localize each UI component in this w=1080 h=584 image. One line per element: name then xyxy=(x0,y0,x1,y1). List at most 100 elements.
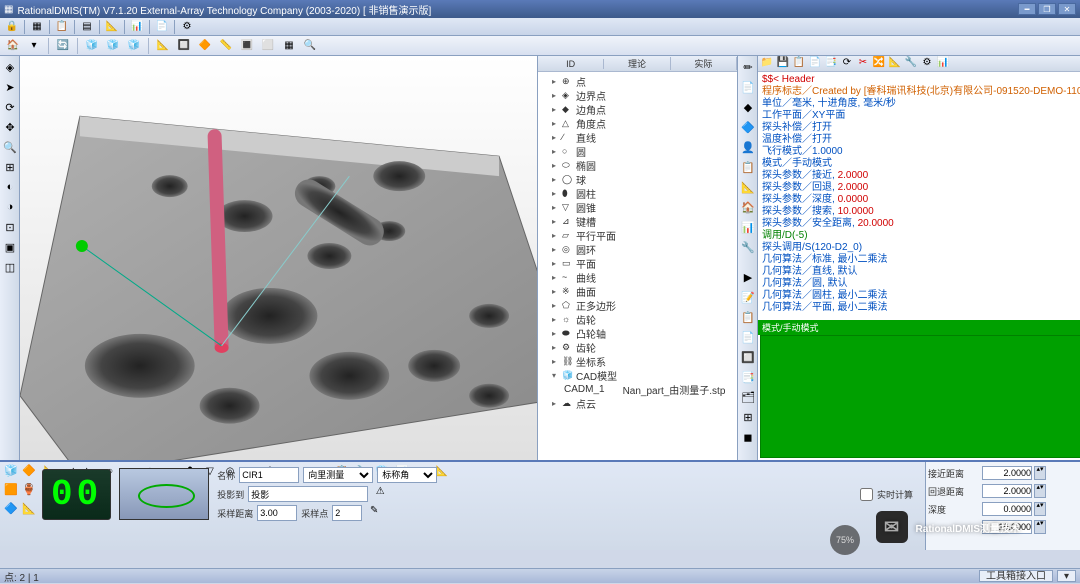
dropdown-icon[interactable]: ▾ xyxy=(25,38,43,54)
min-button[interactable]: ━ xyxy=(1018,3,1036,15)
timer-checkbox[interactable] xyxy=(860,488,873,501)
menu-icon[interactable]: 📋 xyxy=(54,20,70,34)
mode-select[interactable]: 向里测量 xyxy=(303,467,373,483)
tool-icon[interactable]: 🔍 xyxy=(301,38,319,54)
tree-node[interactable]: ▸※曲面 xyxy=(540,284,735,298)
rtool-icon[interactable]: ◆ xyxy=(739,98,757,116)
script-tool-icon[interactable]: 💾 xyxy=(776,57,790,71)
tree-node[interactable]: ▸⬠正多边形 xyxy=(540,298,735,312)
tree-node[interactable]: ▸◆边角点 xyxy=(540,102,735,116)
tool-icon[interactable]: 🔶 xyxy=(196,38,214,54)
ltool-icon[interactable]: ✥ xyxy=(1,118,19,136)
menu-icon[interactable]: 📊 xyxy=(129,20,145,34)
menu-icon[interactable]: ▦ xyxy=(29,20,45,34)
tool-icon[interactable]: 🧊 xyxy=(125,38,143,54)
ltool-icon[interactable]: ⊡ xyxy=(1,218,19,236)
proj-input[interactable] xyxy=(248,486,368,502)
refresh-icon[interactable]: 🔄 xyxy=(54,38,72,54)
tool-icon[interactable]: 📏 xyxy=(217,38,235,54)
edit-icon[interactable]: ✎ xyxy=(366,505,382,521)
menu-icon[interactable]: ▤ xyxy=(79,20,95,34)
script-tool-icon[interactable]: 📋 xyxy=(792,57,806,71)
tree-node[interactable]: ▸⬬凸轮轴 xyxy=(540,326,735,340)
rtool-icon[interactable]: ⊞ xyxy=(739,408,757,426)
home-icon[interactable]: 🏠 xyxy=(4,38,22,54)
btool-icon[interactable]: 🏺 xyxy=(20,483,38,501)
rtool-icon[interactable]: ✏ xyxy=(739,58,757,76)
tool-icon[interactable]: 🔳 xyxy=(238,38,256,54)
btool-icon[interactable]: 🔶 xyxy=(20,464,38,482)
ref-select[interactable]: 标称角 xyxy=(377,467,437,483)
tree-node[interactable]: ▸⬮圆柱 xyxy=(540,186,735,200)
rtool-icon[interactable]: 🔧 xyxy=(739,238,757,256)
tree-node[interactable]: ▸△角度点 xyxy=(540,116,735,130)
max-button[interactable]: ❐ xyxy=(1038,3,1056,15)
3d-viewport[interactable] xyxy=(20,56,538,460)
rtool-icon[interactable]: 📋 xyxy=(739,308,757,326)
rtool-icon[interactable]: 🔷 xyxy=(739,118,757,136)
tree-node[interactable]: ▸▽圆锥 xyxy=(540,200,735,214)
rtool-icon[interactable]: 👤 xyxy=(739,138,757,156)
ltool-icon[interactable]: ◈ xyxy=(1,58,19,76)
btool-icon[interactable]: 🟧 xyxy=(2,483,20,501)
script-tool-icon[interactable]: ⚙ xyxy=(920,57,934,71)
ltool-icon[interactable]: ➤ xyxy=(1,78,19,96)
tool-icon[interactable]: ▦ xyxy=(280,38,298,54)
param-input[interactable] xyxy=(982,466,1032,480)
tree-node[interactable]: ▸∕直线 xyxy=(540,130,735,144)
rtool-icon[interactable]: 🏠 xyxy=(739,198,757,216)
rtool-icon[interactable]: 📊 xyxy=(739,218,757,236)
menu-icon[interactable]: ⚙ xyxy=(179,20,195,34)
ltool-icon[interactable]: ◫ xyxy=(1,258,19,276)
param-input[interactable] xyxy=(982,520,1032,534)
ltool-icon[interactable]: 🔍 xyxy=(1,138,19,156)
tool-icon[interactable]: 🧊 xyxy=(83,38,101,54)
btool-icon[interactable]: 📐 xyxy=(20,502,38,520)
tree-node[interactable]: ▸⊿键槽 xyxy=(540,214,735,228)
menu-icon[interactable]: 📐 xyxy=(104,20,120,34)
warn-icon[interactable]: ⚠ xyxy=(372,486,388,502)
dist-input[interactable] xyxy=(257,505,297,521)
rtool-icon[interactable]: 📑 xyxy=(739,368,757,386)
script-tool-icon[interactable]: 📊 xyxy=(936,57,950,71)
rtool-icon[interactable]: 📐 xyxy=(739,178,757,196)
rtool-icon[interactable]: 🗂 xyxy=(739,388,757,406)
script-tool-icon[interactable]: 📄 xyxy=(808,57,822,71)
rtool-icon[interactable]: 📄 xyxy=(739,78,757,96)
rtool-icon[interactable]: 📝 xyxy=(739,288,757,306)
script-text[interactable]: $$< Header 程序标志／Created by [睿科瑞讯科技(北京)有限… xyxy=(758,72,1080,316)
tree-node-cad[interactable]: ▾🧊CAD模型 xyxy=(540,368,735,382)
stepper[interactable]: ▴▾ xyxy=(1034,502,1046,516)
tree-node[interactable]: ▸⊕点 xyxy=(540,74,735,88)
script-tool-icon[interactable]: ⟳ xyxy=(840,57,854,71)
pts-input[interactable] xyxy=(332,505,362,521)
tree-node[interactable]: ▸○圆 xyxy=(540,144,735,158)
tree-node[interactable]: ▸▱平行平面 xyxy=(540,228,735,242)
tool-icon[interactable]: ⬜ xyxy=(259,38,277,54)
ltool-icon[interactable]: ⊞ xyxy=(1,158,19,176)
stepper[interactable]: ▴▾ xyxy=(1034,466,1046,480)
param-input[interactable] xyxy=(982,484,1032,498)
ltool-icon[interactable]: ◐ xyxy=(1,178,19,196)
tool-icon[interactable]: 🧊 xyxy=(104,38,122,54)
tree-node[interactable]: ▸⚙齿轮 xyxy=(540,340,735,354)
rtool-icon[interactable]: 📄 xyxy=(739,328,757,346)
script-tool-icon[interactable]: 🔧 xyxy=(904,57,918,71)
tree-node[interactable]: ▸◎圆环 xyxy=(540,242,735,256)
tree-node[interactable]: ▸☼齿轮 xyxy=(540,312,735,326)
tree-node[interactable]: ▸⬭椭圆 xyxy=(540,158,735,172)
rtool-icon[interactable]: ◼ xyxy=(739,428,757,446)
tree-node[interactable]: ▸▭平面 xyxy=(540,256,735,270)
menu-icon[interactable]: 📄 xyxy=(154,20,170,34)
ltool-icon[interactable]: ▣ xyxy=(1,238,19,256)
rtool-icon[interactable]: 🔲 xyxy=(739,348,757,366)
tool-icon[interactable]: 🔲 xyxy=(175,38,193,54)
stepper[interactable]: ▴▾ xyxy=(1034,520,1046,534)
script-tool-icon[interactable]: 🔀 xyxy=(872,57,886,71)
script-tool-icon[interactable]: 📁 xyxy=(760,57,774,71)
feature-tree[interactable]: ▸⊕点▸◈边界点▸◆边角点▸△角度点▸∕直线▸○圆▸⬭椭圆▸◯球▸⬮圆柱▸▽圆锥… xyxy=(538,72,737,460)
menu-icon[interactable]: 🔒 xyxy=(4,20,20,34)
script-tool-icon[interactable]: ✂ xyxy=(856,57,870,71)
tree-cad-item[interactable]: CADM_1Nan_part_由测量子.stp xyxy=(540,382,735,396)
name-input[interactable] xyxy=(239,467,299,483)
